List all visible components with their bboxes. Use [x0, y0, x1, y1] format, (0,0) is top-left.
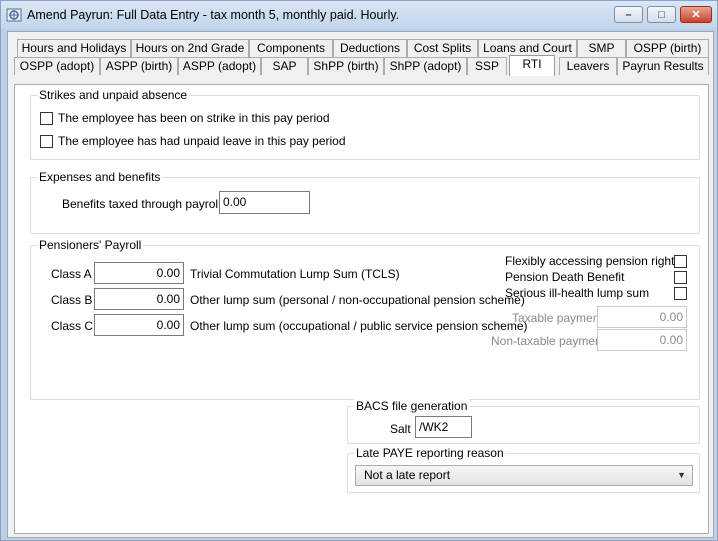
class-b-label: Class B [51, 293, 93, 307]
minimize-button[interactable]: – [614, 6, 643, 23]
title-bar[interactable]: Amend Payrun: Full Data Entry - tax mont… [1, 1, 717, 29]
class-b-input[interactable]: 0.00 [94, 288, 184, 310]
close-icon: ✕ [691, 9, 701, 21]
strikes-group: Strikes and unpaid absence The employee … [30, 88, 700, 160]
tab-components[interactable]: Components [249, 39, 333, 57]
taxable-payment-input[interactable]: 0.00 [597, 306, 687, 328]
tab-shpp-adopt[interactable]: ShPP (adopt) [384, 57, 467, 75]
pension-death-benefit-checkbox[interactable] [674, 271, 687, 284]
tab-shpp-birth[interactable]: ShPP (birth) [308, 57, 384, 75]
strike-label: The employee has been on strike in this … [58, 111, 330, 125]
close-button[interactable]: ✕ [680, 6, 712, 23]
tab-deductions[interactable]: Deductions [333, 39, 407, 57]
late-paye-group: Late PAYE reporting reason Not a late re… [347, 446, 700, 493]
maximize-button[interactable]: □ [647, 6, 676, 23]
tab-payrun-results[interactable]: Payrun Results [617, 57, 709, 75]
class-a-input[interactable]: 0.00 [94, 262, 184, 284]
class-a-description: Trivial Commutation Lump Sum (TCLS) [190, 267, 400, 281]
pensioners-group-title: Pensioners' Payroll [37, 238, 144, 252]
non-taxable-payment-input[interactable]: 0.00 [597, 329, 687, 351]
tab-hours-and-holidays[interactable]: Hours and Holidays [17, 39, 131, 57]
app-icon [6, 8, 22, 22]
unpaid-leave-checkbox[interactable] [40, 135, 53, 148]
unpaid-leave-label: The employee has had unpaid leave in thi… [58, 134, 346, 148]
pension-death-benefit-label: Pension Death Benefit [505, 270, 625, 284]
tab-cost-splits[interactable]: Cost Splits [407, 39, 478, 57]
bacs-group-title: BACS file generation [354, 399, 470, 413]
tab-row-1: Hours and Holidays Hours on 2nd Grade Co… [8, 39, 713, 58]
late-paye-group-title: Late PAYE reporting reason [354, 446, 506, 460]
tab-row-2: OSPP (adopt) ASPP (birth) ASPP (adopt) S… [8, 55, 713, 76]
minimize-icon: – [625, 8, 632, 21]
strikes-group-title: Strikes and unpaid absence [37, 88, 190, 102]
app-window: Amend Payrun: Full Data Entry - tax mont… [0, 0, 718, 541]
salt-input[interactable]: /WK2 [415, 416, 472, 438]
class-c-input[interactable]: 0.00 [94, 314, 184, 336]
bacs-group: BACS file generation Salt /WK2 [347, 399, 700, 444]
chevron-down-icon: ▼ [677, 470, 686, 480]
benefits-input[interactable]: 0.00 [219, 191, 310, 214]
flexibly-accessing-label: Flexibly accessing pension rights [505, 254, 681, 268]
rti-tab-panel: Strikes and unpaid absence The employee … [14, 84, 709, 534]
salt-label: Salt [390, 422, 411, 436]
flexibly-accessing-checkbox[interactable] [674, 255, 687, 268]
tab-rti[interactable]: RTI [509, 55, 555, 76]
tab-aspp-birth[interactable]: ASPP (birth) [100, 57, 178, 75]
tab-hours-on-2nd-grade[interactable]: Hours on 2nd Grade [131, 39, 249, 57]
serious-ill-health-label: Serious ill-health lump sum [505, 286, 650, 300]
client-area: Hours and Holidays Hours on 2nd Grade Co… [7, 31, 714, 538]
tab-leavers[interactable]: Leavers [559, 57, 617, 75]
serious-ill-health-checkbox[interactable] [674, 287, 687, 300]
class-b-description: Other lump sum (personal / non-occupatio… [190, 293, 525, 307]
non-taxable-payment-label: Non-taxable payment [491, 334, 606, 348]
expenses-group: Expenses and benefits Benefits taxed thr… [30, 170, 700, 234]
tab-ospp-adopt[interactable]: OSPP (adopt) [14, 57, 100, 75]
maximize-icon: □ [658, 8, 665, 21]
late-paye-reason-value: Not a late report [364, 468, 451, 482]
taxable-payment-label: Taxable payment [512, 311, 603, 325]
late-paye-reason-select[interactable]: Not a late report ▼ [355, 465, 693, 486]
class-c-label: Class C [51, 319, 94, 333]
class-a-label: Class A [51, 267, 92, 281]
tab-smp[interactable]: SMP [577, 39, 626, 57]
tab-ssp[interactable]: SSP [467, 57, 507, 75]
tab-sap[interactable]: SAP [261, 57, 308, 75]
strike-checkbox[interactable] [40, 112, 53, 125]
tab-ospp-birth[interactable]: OSPP (birth) [626, 39, 709, 57]
expenses-group-title: Expenses and benefits [37, 170, 163, 184]
benefits-label: Benefits taxed through payroll: [62, 197, 225, 211]
tab-aspp-adopt[interactable]: ASPP (adopt) [178, 57, 261, 75]
pensioners-payroll-group: Pensioners' Payroll Class A 0.00 Trivial… [30, 238, 700, 400]
window-title: Amend Payrun: Full Data Entry - tax mont… [27, 8, 400, 22]
class-c-description: Other lump sum (occupational / public se… [190, 319, 528, 333]
